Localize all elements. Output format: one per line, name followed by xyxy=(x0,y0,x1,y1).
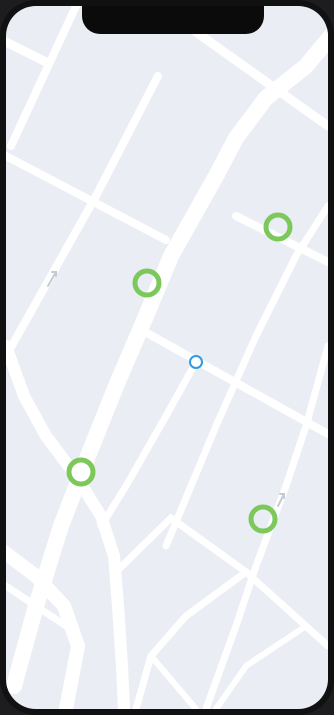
street-a xyxy=(6,37,51,67)
map-screen[interactable] xyxy=(6,6,328,709)
street-d xyxy=(6,72,162,360)
street-k xyxy=(112,513,328,650)
map-canvas[interactable] xyxy=(6,6,328,709)
street-b xyxy=(7,6,80,150)
phone-frame xyxy=(0,0,334,715)
street-n xyxy=(148,653,199,709)
street-c xyxy=(6,152,170,244)
current-location-dot-icon xyxy=(189,355,203,369)
phone-notch xyxy=(82,6,264,34)
main-avenue xyxy=(6,27,328,694)
